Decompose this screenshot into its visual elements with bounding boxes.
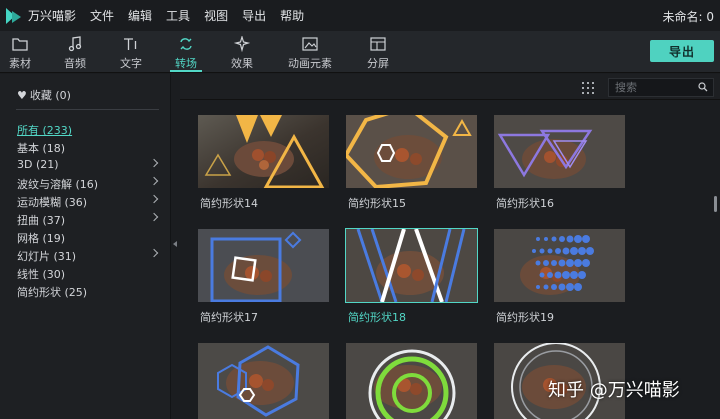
tab-effects-label: 效果 [231,57,253,70]
tab-text[interactable]: 文字 [111,35,151,71]
search-icon[interactable] [698,82,708,92]
app-logo-icon [6,7,22,24]
menu-export[interactable]: 导出 [242,7,266,24]
search-box[interactable] [608,78,714,97]
tab-split-screen[interactable]: 分屏 [358,35,398,71]
tab-audio[interactable]: 音频 [55,35,95,71]
split-screen-icon [369,35,387,53]
menu-tools[interactable]: 工具 [166,7,190,24]
menu-help[interactable]: 帮助 [280,7,304,24]
favorites-label: 收藏 (0) [29,89,71,102]
transition-thumbnail[interactable] [494,115,625,188]
transition-name: 简约形状15 [348,197,406,210]
category-slideshow[interactable]: 幻灯片 (31) [17,248,76,264]
chevron-right-icon[interactable] [149,248,159,258]
transition-thumbnail[interactable] [198,343,329,419]
category-3d[interactable]: 3D (21) [17,158,59,171]
transition-thumbnail[interactable] [494,229,625,302]
tab-elements-label: 动画元素 [288,57,332,70]
document-name: 未命名: 0 [662,10,715,24]
menu-file[interactable]: 文件 [90,7,114,24]
library-header [180,74,720,100]
tab-split-screen-label: 分屏 [367,57,389,70]
media-toolbar: 素材 音频 文字 转场 效果 动画元素 分屏 导出 [0,31,720,73]
transition-thumbnail[interactable] [346,343,477,419]
text-icon [122,35,140,53]
transition-thumbnail[interactable] [346,115,477,188]
transition-name: 简约形状16 [496,197,554,210]
menu-view[interactable]: 视图 [204,7,228,24]
category-all[interactable]: 所有 (233) [17,122,72,138]
chevron-right-icon[interactable] [149,176,159,186]
category-motion-blur[interactable]: 运动模糊 (36) [17,194,87,210]
tab-transitions-label: 转场 [175,57,197,70]
transition-name: 简约形状17 [200,311,258,324]
scrollbar-thumb[interactable] [714,196,717,212]
chevron-right-icon[interactable] [149,212,159,222]
tab-transitions[interactable]: 转场 [166,35,206,72]
watermark: 知乎 @万兴喵影 [548,380,680,401]
transition-name: 简约形状19 [496,311,554,324]
export-button[interactable]: 导出 [650,40,714,62]
heart-icon: ♥ [17,88,27,102]
category-warp[interactable]: 扭曲 (37) [17,212,65,228]
transition-name: 简约形状14 [200,197,258,210]
tab-media-label: 素材 [9,57,31,70]
music-note-icon [66,35,84,53]
category-basic[interactable]: 基本 (18) [17,140,65,156]
tab-effects[interactable]: 效果 [222,35,262,71]
collapse-sidebar-icon[interactable] [173,241,177,247]
app-title: 万兴喵影 [28,9,77,23]
folder-icon [11,35,29,53]
search-input[interactable] [615,81,699,94]
transition-icon [177,35,195,53]
category-simple-shapes[interactable]: 简约形状 (25) [17,284,87,300]
menu-edit[interactable]: 编辑 [128,7,152,24]
transition-thumbnail[interactable] [198,115,329,188]
tab-audio-label: 音频 [64,57,86,70]
tab-text-label: 文字 [120,57,142,70]
library-scrollbar[interactable] [712,100,720,419]
menu-bar: 万兴喵影 文件 编辑 工具 视图 导出 帮助 未命名: 0 [0,0,720,31]
chevron-right-icon[interactable] [149,194,159,204]
category-grid[interactable]: 网格 (19) [17,230,65,246]
favorites-item[interactable]: ♥ 收藏 (0) [17,87,71,103]
transition-name: 简约形状18 [348,311,406,324]
transition-thumbnail[interactable] [198,229,329,302]
category-linear[interactable]: 线性 (30) [17,266,65,282]
chevron-right-icon[interactable] [149,158,159,168]
category-ripple-dissolve[interactable]: 波纹与溶解 (16) [17,176,98,192]
tab-media[interactable]: 素材 [0,35,40,71]
tab-elements[interactable]: 动画元素 [288,35,332,71]
effects-icon [233,35,251,53]
image-icon [301,35,319,53]
grid-view-icon[interactable] [582,82,594,94]
category-sidebar: ♥ 收藏 (0) 所有 (233) 基本 (18) 3D (21) 波纹与溶解 … [0,74,170,419]
transition-thumbnail[interactable] [345,228,478,303]
sidebar-divider [16,109,159,110]
